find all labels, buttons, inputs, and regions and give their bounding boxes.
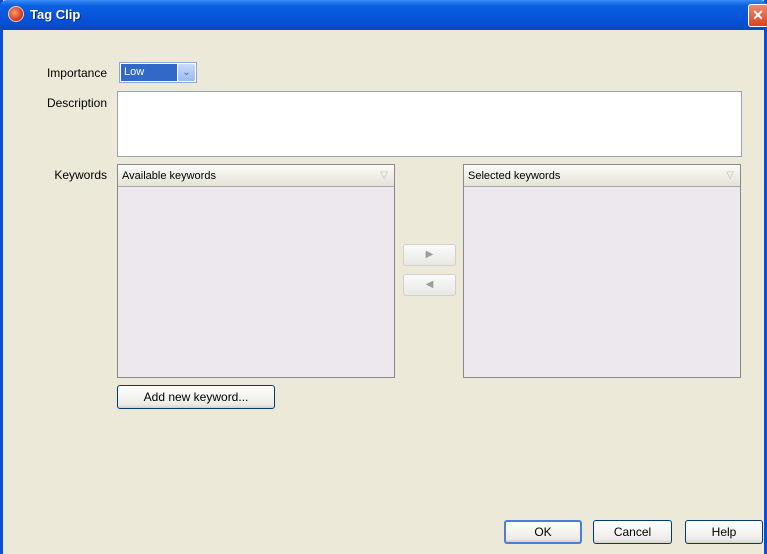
window-title: Tag Clip — [30, 7, 81, 22]
description-label: Description — [46, 96, 107, 110]
close-button[interactable]: ✕ — [748, 4, 767, 27]
arrow-right-icon: ▶ — [425, 249, 434, 260]
add-keyword-button[interactable]: Add new keyword... — [117, 385, 275, 409]
available-keywords-header[interactable]: Available keywords ▽ — [118, 165, 394, 187]
description-field[interactable] — [117, 91, 742, 157]
tag-clip-dialog: Tag Clip ✕ Importance Low ⌄ Description … — [0, 0, 767, 554]
arrow-left-icon: ◀ — [425, 279, 434, 290]
keywords-label: Keywords — [54, 168, 107, 182]
cancel-button[interactable]: Cancel — [593, 520, 672, 544]
selected-keywords-list[interactable]: Selected keywords ▽ — [463, 164, 741, 378]
move-right-button[interactable]: ▶ — [403, 244, 456, 266]
title-bar[interactable]: Tag Clip ✕ — [0, 0, 767, 30]
selected-keywords-header[interactable]: Selected keywords ▽ — [464, 165, 740, 187]
importance-selected-value: Low — [121, 64, 177, 81]
available-keywords-list[interactable]: Available keywords ▽ — [117, 164, 395, 378]
move-left-button[interactable]: ◀ — [403, 274, 456, 296]
importance-label: Importance — [46, 66, 107, 80]
app-icon — [8, 6, 24, 22]
ok-button[interactable]: OK — [504, 520, 582, 544]
help-button[interactable]: Help — [685, 520, 763, 544]
sort-icon[interactable]: ▽ — [380, 165, 388, 187]
importance-select[interactable]: Low ⌄ — [119, 62, 197, 83]
available-keywords-header-label: Available keywords — [122, 170, 216, 182]
chevron-down-icon[interactable]: ⌄ — [178, 64, 195, 81]
selected-keywords-header-label: Selected keywords — [468, 170, 561, 182]
sort-icon[interactable]: ▽ — [726, 165, 734, 187]
